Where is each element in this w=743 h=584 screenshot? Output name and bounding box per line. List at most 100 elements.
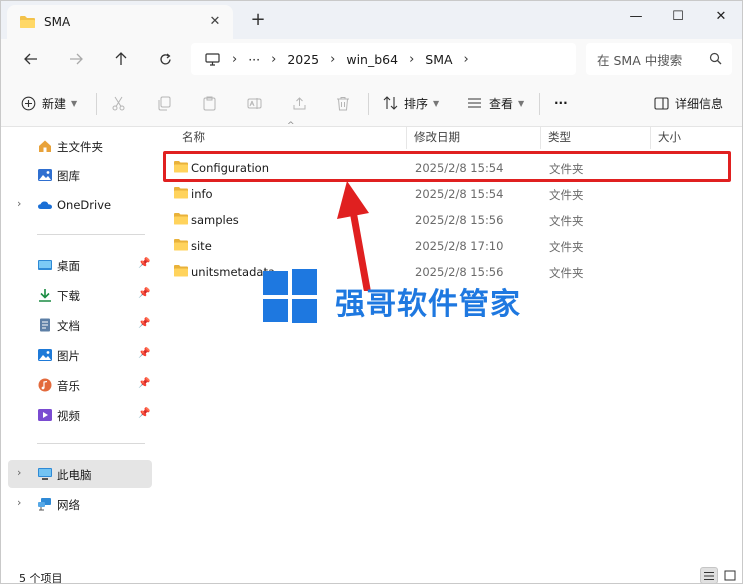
sidebar-item-network[interactable]: › 网络 — [1, 490, 153, 518]
view-icon — [468, 98, 481, 108]
sidebar-item-gallery[interactable]: 图库 — [1, 161, 153, 189]
view-label: 查看 — [489, 96, 514, 111]
file-type: 文件夹 — [549, 188, 584, 202]
breadcrumb-win-b64[interactable]: win_b64 — [346, 52, 398, 67]
tab-sma[interactable]: SMA ✕ — [7, 5, 233, 39]
details-label: 详细信息 — [675, 96, 724, 111]
music-icon — [38, 378, 52, 392]
sidebar-item-label: 图库 — [57, 169, 80, 183]
pin-icon[interactable]: 📌 — [138, 408, 150, 419]
folder-icon — [20, 16, 35, 28]
column-header-modified[interactable]: 修改日期 — [406, 127, 538, 147]
close-tab-icon[interactable]: ✕ — [207, 13, 223, 29]
table-row[interactable]: site 2025/2/8 17:10 文件夹 — [164, 232, 730, 258]
delete-button[interactable] — [336, 91, 350, 115]
sort-icon — [383, 96, 398, 110]
tab-title: SMA — [44, 15, 71, 29]
file-modified: 2025/2/8 15:54 — [415, 187, 504, 201]
pin-icon[interactable]: 📌 — [138, 318, 150, 329]
navigation-pane: 主文件夹 图库 › OneDrive 桌面 📌 下载 📌 文档 📌 图片 📌 音… — [1, 127, 156, 567]
more-breadcrumbs-button[interactable]: ··· — [248, 52, 260, 67]
back-button[interactable] — [18, 47, 44, 71]
sidebar-item-label: 音乐 — [57, 379, 80, 393]
windows-logo-watermark — [263, 269, 317, 323]
copy-icon — [158, 96, 171, 110]
minimize-button[interactable]: — — [613, 1, 659, 31]
address-bar[interactable]: › ··· › 2025 › win_b64 › SMA › — [191, 43, 576, 75]
forward-button[interactable] — [63, 47, 89, 71]
sort-button[interactable]: 排序 ▼ — [383, 91, 439, 115]
divider — [539, 93, 540, 115]
file-type: 文件夹 — [549, 214, 584, 228]
plus-circle-icon — [21, 96, 36, 110]
maximize-icon: ☐ — [672, 8, 684, 24]
sidebar-item-label: 文档 — [57, 319, 80, 333]
pin-icon[interactable]: 📌 — [138, 378, 150, 389]
status-bar: 5 个项目 — [1, 567, 742, 583]
up-button[interactable] — [108, 47, 134, 71]
view-button[interactable]: 查看 ▼ — [467, 91, 524, 115]
more-options-button[interactable]: ··· — [554, 91, 568, 115]
sidebar-item-label: 此电脑 — [57, 468, 92, 482]
divider — [96, 93, 97, 115]
chevron-down-icon: ▼ — [71, 98, 78, 108]
breadcrumb-2025[interactable]: 2025 — [287, 52, 319, 67]
network-icon — [38, 498, 51, 511]
table-row[interactable]: samples 2025/2/8 15:56 文件夹 — [164, 206, 730, 232]
divider — [37, 234, 145, 235]
trash-icon — [337, 96, 349, 110]
arrow-right-icon — [70, 53, 83, 65]
sidebar-item-documents[interactable]: 文档 📌 — [1, 311, 153, 339]
new-button[interactable]: 新建 ▼ — [21, 91, 77, 115]
sidebar-item-this-pc[interactable]: › 此电脑 — [8, 460, 152, 488]
pin-icon[interactable]: 📌 — [138, 258, 150, 269]
share-button[interactable] — [292, 91, 307, 115]
sidebar-item-music[interactable]: 音乐 📌 — [1, 371, 153, 399]
video-icon — [38, 409, 52, 421]
search-input[interactable]: 在 SMA 中搜索 — [586, 43, 732, 75]
sidebar-item-home[interactable]: 主文件夹 — [1, 132, 153, 160]
pin-icon[interactable]: 📌 — [138, 288, 150, 299]
folder-icon — [174, 187, 188, 199]
sidebar-item-videos[interactable]: 视频 📌 — [1, 401, 153, 429]
tiles-view-icon — [724, 570, 736, 581]
file-explorer-window: SMA ✕ + — ☐ ✕ › ··· › 2025 › win_b64 › S… — [0, 0, 743, 584]
tiles-view-button[interactable] — [721, 567, 739, 583]
details-pane-button[interactable]: 详细信息 — [654, 91, 723, 115]
title-bar: SMA ✕ + — ☐ ✕ — [1, 1, 742, 39]
red-arrow-annotation — [337, 181, 371, 291]
table-row[interactable]: info 2025/2/8 15:54 文件夹 — [164, 180, 730, 206]
folder-icon — [174, 239, 188, 251]
cut-button[interactable] — [111, 91, 126, 115]
breadcrumb-sma[interactable]: SMA — [425, 52, 452, 67]
chevron-down-icon: ▼ — [518, 98, 525, 108]
list-view-icon — [704, 571, 714, 580]
share-icon — [293, 96, 306, 109]
file-name: site — [191, 239, 212, 253]
copy-button[interactable] — [157, 91, 172, 115]
column-header-name[interactable]: 名称 — [174, 127, 404, 147]
new-tab-button[interactable]: + — [248, 9, 268, 31]
rename-button[interactable] — [247, 91, 262, 115]
search-placeholder: 在 SMA 中搜索 — [597, 52, 683, 68]
paste-button[interactable] — [202, 91, 217, 115]
sidebar-item-desktop[interactable]: 桌面 📌 — [1, 251, 153, 279]
refresh-button[interactable] — [152, 47, 178, 71]
column-header-type[interactable]: 类型 — [540, 127, 648, 147]
close-window-button[interactable]: ✕ — [698, 1, 742, 31]
details-view-button[interactable] — [700, 567, 718, 583]
details-pane-icon — [654, 96, 669, 110]
pin-icon[interactable]: 📌 — [138, 348, 150, 359]
column-header-size[interactable]: 大小 — [650, 127, 726, 147]
maximize-button[interactable]: ☐ — [655, 1, 701, 31]
command-bar: 新建 ▼ 排序 ▼ 查看 ▼ ··· 详细信息 — [1, 79, 742, 127]
file-list: ^ 名称 修改日期 类型 大小 Configuration 2025/2/8 1… — [156, 121, 742, 567]
watermark-text: 强哥软件管家 — [335, 287, 521, 322]
sidebar-item-downloads[interactable]: 下载 📌 — [1, 281, 153, 309]
sidebar-item-label: 图片 — [57, 349, 80, 363]
rename-icon — [247, 97, 262, 109]
monitor-icon — [205, 52, 220, 66]
sidebar-item-pictures[interactable]: 图片 📌 — [1, 341, 153, 369]
sidebar-item-onedrive[interactable]: › OneDrive — [1, 191, 153, 219]
file-modified: 2025/2/8 15:56 — [415, 213, 504, 227]
